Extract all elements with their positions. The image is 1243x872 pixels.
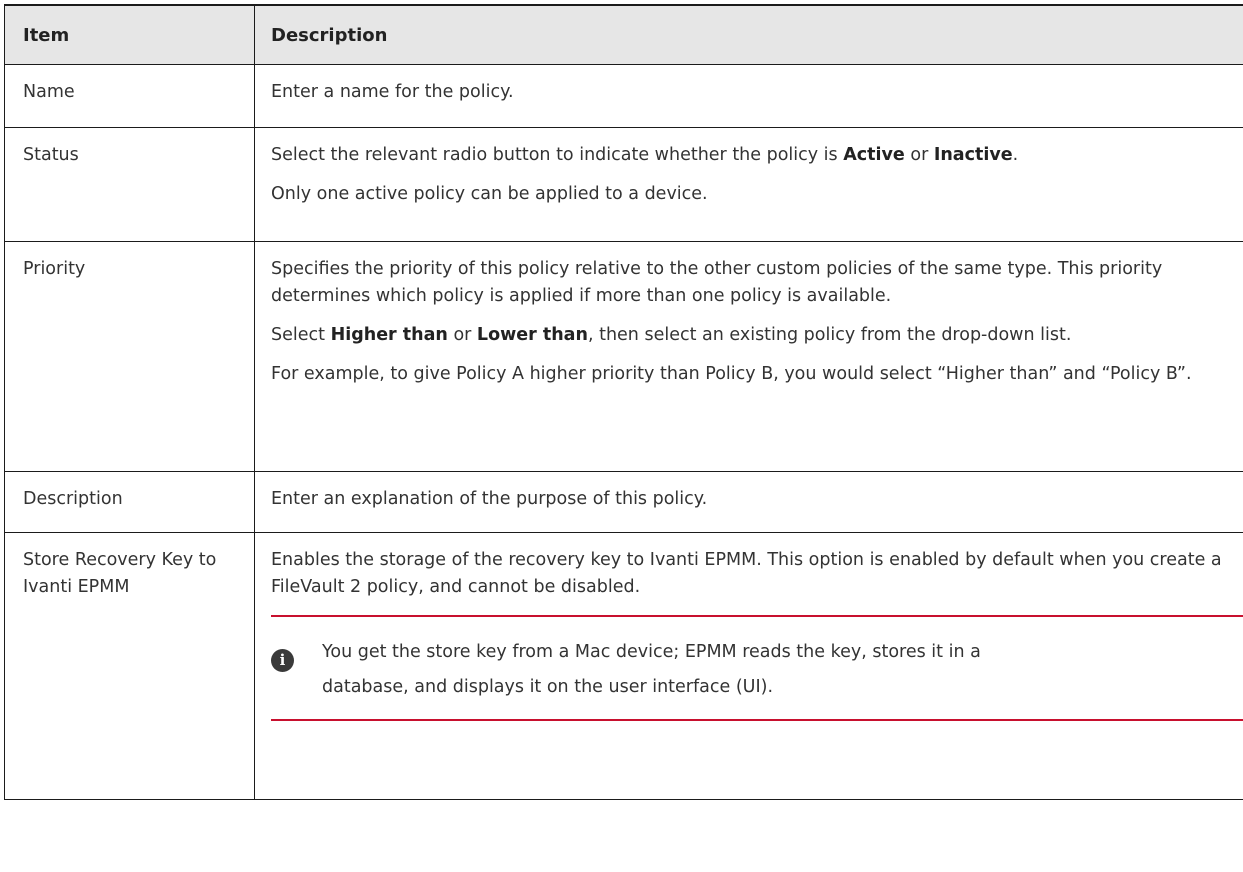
desc-cell-name: Enter a name for the policy.: [254, 64, 1243, 128]
higher-than-term: Higher than: [330, 325, 448, 345]
desc-cell-status: Select the relevant radio button to indi…: [254, 127, 1243, 242]
table-row-store-recovery-key: Store Recovery Key to Ivanti EPMM Enable…: [4, 532, 1243, 800]
desc-cell-description: Enter an explanation of the purpose of t…: [254, 471, 1243, 533]
description-text: Enter an explanation of the purpose of t…: [271, 489, 708, 509]
priority-paragraph-1: Specifies the priority of this policy re…: [271, 259, 1163, 306]
item-cell-description: Description: [4, 471, 255, 533]
item-cell-priority: Priority: [4, 241, 255, 472]
item-cell-status: Status: [4, 127, 255, 242]
name-description: Enter a name for the policy.: [271, 82, 514, 102]
table-row-priority: Priority Specifies the priority of this …: [4, 241, 1243, 472]
desc-cell-store-recovery-key: Enables the storage of the recovery key …: [254, 532, 1243, 800]
status-paragraph-2: Only one active policy can be applied to…: [271, 184, 708, 204]
status-paragraph-1: Select the relevant radio button to indi…: [271, 142, 1224, 169]
inactive-term: Inactive: [933, 145, 1013, 165]
table-row-status: Status Select the relevant radio button …: [4, 127, 1243, 242]
table-header: Item Description: [4, 5, 1243, 65]
info-icon: i: [271, 649, 294, 672]
policy-settings-table: Item Description Name Enter a name for t…: [4, 4, 1243, 800]
item-cell-store-recovery-key: Store Recovery Key to Ivanti EPMM: [4, 532, 255, 800]
item-column-header: Item: [4, 5, 255, 65]
info-note: i You get the store key from a Mac devic…: [271, 615, 1243, 721]
priority-text-mid: or: [447, 325, 477, 345]
desc-cell-priority: Specifies the priority of this policy re…: [254, 241, 1243, 472]
lower-than-term: Lower than: [476, 325, 588, 345]
status-text-pre: Select the relevant radio button to indi…: [271, 145, 844, 165]
status-text-post: .: [1012, 145, 1019, 165]
note-text: You get the store key from a Mac device;…: [322, 642, 981, 697]
priority-paragraph-3: For example, to give Policy A higher pri…: [271, 364, 1192, 384]
active-term: Active: [843, 145, 905, 165]
status-text-mid: or: [904, 145, 934, 165]
priority-text-post: , then select an existing policy from th…: [587, 325, 1072, 345]
priority-text-pre: Select: [271, 325, 331, 345]
table-row-name: Name Enter a name for the policy.: [4, 64, 1243, 128]
item-cell-name: Name: [4, 64, 255, 128]
priority-paragraph-2: Select Higher than or Lower than, then s…: [271, 322, 1224, 349]
table-row-description: Description Enter an explanation of the …: [4, 471, 1243, 533]
store-paragraph-1: Enables the storage of the recovery key …: [271, 550, 1222, 597]
header-row: Item Description: [4, 5, 1243, 65]
description-column-header: Description: [254, 5, 1243, 65]
